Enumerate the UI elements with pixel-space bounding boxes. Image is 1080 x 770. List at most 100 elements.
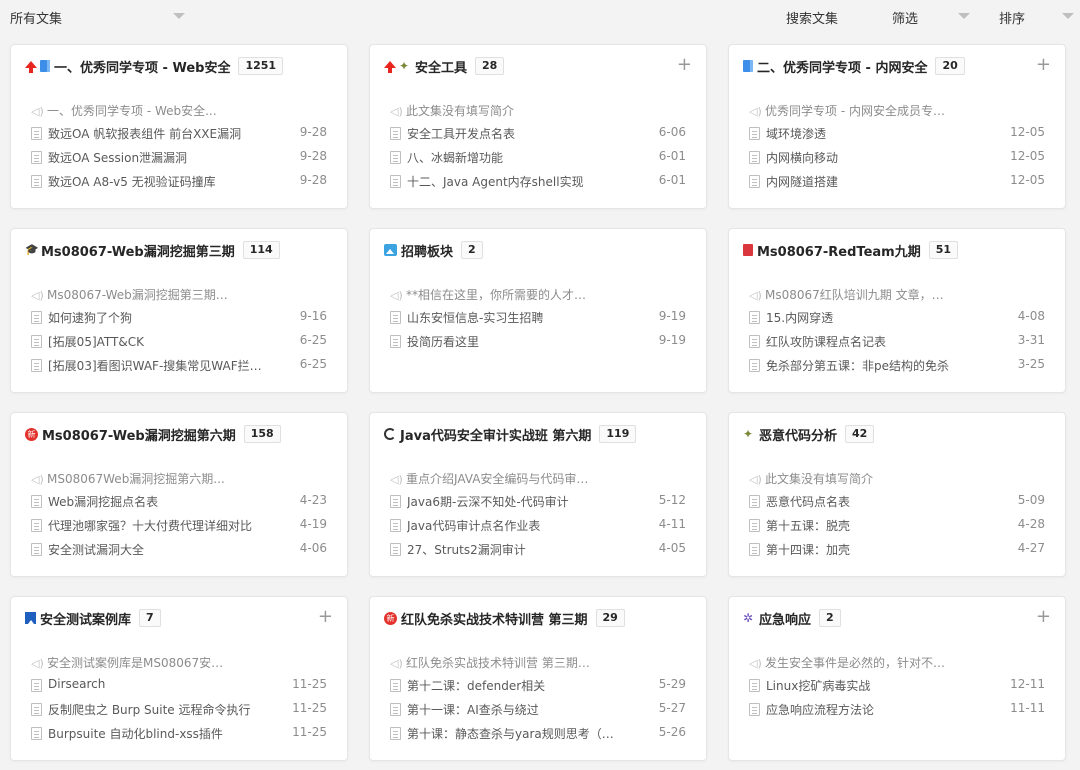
doc-title[interactable]: 十二、Java Agent内存shell实现 — [407, 173, 622, 190]
collection-card[interactable]: 二、优秀同学专项 - 内网安全 20 + ◁) 优秀同学专项 - 内网安全成员专属...… — [728, 44, 1066, 209]
doc-title[interactable]: Burpsuite 自动化blind-xss插件 — [48, 725, 263, 742]
collection-card[interactable]: 安全测试案例库 7 + ◁)安全测试案例库是MS08067安全团队结... Dirsea… — [10, 596, 348, 761]
doc-list-item[interactable]: 红队攻防课程点名记表 3-31 — [749, 333, 1045, 357]
card-title[interactable]: 红队免杀实战技术特训营 第三期 — [401, 609, 588, 628]
doc-list-item[interactable]: 安全工具开发点名表 6-06 — [390, 125, 686, 149]
doc-list-item[interactable]: Dirsearch 11-25 — [31, 677, 327, 701]
card-title[interactable]: 安全测试案例库 — [40, 609, 131, 628]
doc-list-item[interactable]: 投简历看这里 9-19 — [390, 333, 686, 357]
chevron-down-icon[interactable] — [173, 13, 185, 19]
doc-title[interactable]: 第十四课：加壳 — [766, 541, 981, 558]
card-title[interactable]: Ms08067-Web漏洞挖掘第六期 — [42, 425, 236, 444]
doc-list-item[interactable]: 恶意代码点名表 5-09 — [749, 493, 1045, 517]
doc-title[interactable]: 第十二课：defender相关 — [407, 677, 622, 694]
doc-list-item[interactable]: 内网横向移动 12-05 — [749, 149, 1045, 173]
doc-title[interactable]: Java6期-云深不知处-代码审计 — [407, 493, 622, 510]
doc-list-item[interactable]: 十二、Java Agent内存shell实现 6-01 — [390, 173, 686, 197]
card-title[interactable]: Ms08067-RedTeam九期 — [757, 241, 921, 260]
card-title[interactable]: 招聘板块 — [401, 241, 453, 260]
doc-title[interactable]: 八、冰蝎新增功能 — [407, 149, 622, 166]
add-doc-button[interactable]: + — [1036, 608, 1051, 626]
collection-card[interactable]: 🎓 Ms08067-Web漏洞挖掘第三期 114 ◁) Ms08067-Web漏洞挖掘第… — [10, 228, 348, 393]
doc-title[interactable]: 反制爬虫之 Burp Suite 远程命令执行 — [48, 701, 263, 718]
doc-title[interactable]: 恶意代码点名表 — [766, 493, 981, 510]
doc-list-item[interactable]: Web漏洞挖掘点名表 4-23 — [31, 493, 327, 517]
doc-list-item[interactable]: 15.内网穿透 4-08 — [749, 309, 1045, 333]
card-title[interactable]: Ms08067-Web漏洞挖掘第三期 — [41, 241, 235, 260]
card-title[interactable]: 恶意代码分析 — [759, 425, 837, 444]
doc-title[interactable]: 应急响应流程方法论 — [766, 701, 981, 718]
doc-title[interactable]: [拓展05]ATT&CK — [48, 333, 263, 350]
collection-card[interactable]: Ms08067-RedTeam九期 51 ◁)Ms08067红队培训九期 文章，知识… — [728, 228, 1066, 393]
all-collections-dropdown[interactable]: 所有文集 — [10, 8, 62, 27]
add-doc-button[interactable]: + — [1036, 56, 1051, 74]
collection-card[interactable]: ✲ 应急响应 2 + ◁)发生安全事件是必然的，针对不同的安全事件... Linux挖矿病… — [728, 596, 1066, 761]
doc-list-item[interactable]: 免杀部分第五课：非pe结构的免杀 3-25 — [749, 357, 1045, 381]
doc-list-item[interactable]: Java6期-云深不知处-代码审计 5-12 — [390, 493, 686, 517]
collection-card[interactable]: 新 Ms08067-Web漏洞挖掘第六期 158 ◁) MS08067Web漏洞挖掘第六… — [10, 412, 348, 577]
doc-list-item[interactable]: 安全测试漏洞大全 4-06 — [31, 541, 327, 565]
collection-card[interactable]: 一、优秀同学专项 - Web安全 1251 ◁) 一、优秀同学专项 - Web安全..… — [10, 44, 348, 209]
doc-list-item[interactable]: 第十二课：defender相关 5-29 — [390, 677, 686, 701]
card-title[interactable]: 安全工具 — [415, 57, 467, 76]
collection-card[interactable]: Java代码安全审计实战班 第六期 119 ◁)重点介绍JAVA安全编码与代码审计基… — [369, 412, 707, 577]
doc-list-item[interactable]: 第十课：静态查杀与yara规则思考（以火... 5-26 — [390, 725, 686, 749]
add-doc-button[interactable]: + — [677, 56, 692, 74]
doc-title[interactable]: 红队攻防课程点名记表 — [766, 333, 981, 350]
doc-list-item[interactable]: 第十四课：加壳 4-27 — [749, 541, 1045, 565]
doc-list-item[interactable]: 致远OA 帆软报表组件 前台XXE漏洞 9-28 — [31, 125, 327, 149]
doc-title[interactable]: Web漏洞挖掘点名表 — [48, 493, 263, 510]
doc-list-item[interactable]: 八、冰蝎新增功能 6-01 — [390, 149, 686, 173]
doc-title[interactable]: Linux挖矿病毒实战 — [766, 677, 981, 694]
doc-title[interactable]: 如何逮狗了个狗 — [48, 309, 263, 326]
doc-list-item[interactable]: 致远OA Session泄漏漏洞 9-28 — [31, 149, 327, 173]
collection-card[interactable]: 新红队免杀实战技术特训营 第三期 29 ◁)红队免杀实战技术特训营 第三期 在线网盘… — [369, 596, 707, 761]
doc-title[interactable]: 第十五课：脱壳 — [766, 517, 981, 534]
doc-list-item[interactable]: 27、Struts2漏洞审计 4-05 — [390, 541, 686, 565]
collection-card[interactable]: ✦ 恶意代码分析 42 ◁) 此文集没有填写简介 恶意代码点名表 5-09 第十五课：脱壳 4-… — [728, 412, 1066, 577]
doc-title[interactable]: Java代码审计点名作业表 — [407, 517, 622, 534]
doc-title[interactable]: 15.内网穿透 — [766, 309, 981, 326]
doc-title[interactable]: 投简历看这里 — [407, 333, 622, 350]
doc-list-item[interactable]: 第十五课：脱壳 4-28 — [749, 517, 1045, 541]
doc-list-item[interactable]: Linux挖矿病毒实战 12-11 — [749, 677, 1045, 701]
doc-list-item[interactable]: 应急响应流程方法论 11-11 — [749, 701, 1045, 725]
doc-list-item[interactable]: 第十一课：AI查杀与绕过 5-27 — [390, 701, 686, 725]
doc-list-item[interactable]: [拓展05]ATT&CK 6-25 — [31, 333, 327, 357]
chevron-down-icon[interactable] — [1062, 13, 1074, 19]
doc-title[interactable]: 内网隧道搭建 — [766, 173, 981, 190]
doc-title[interactable]: 安全工具开发点名表 — [407, 125, 622, 142]
doc-list-item[interactable]: 域环境渗透 12-05 — [749, 125, 1045, 149]
doc-title[interactable]: 第十一课：AI查杀与绕过 — [407, 701, 622, 718]
filter-dropdown[interactable]: 筛选 — [892, 8, 918, 27]
chevron-down-icon[interactable] — [958, 13, 970, 19]
doc-title[interactable]: 山东安恒信息-实习生招聘 — [407, 309, 622, 326]
doc-title[interactable]: [拓展03]看图识WAF-搜集常见WAF拦截... — [48, 357, 263, 374]
doc-title[interactable]: 致远OA 帆软报表组件 前台XXE漏洞 — [48, 125, 263, 142]
doc-title[interactable]: 域环境渗透 — [766, 125, 981, 142]
card-title[interactable]: 二、优秀同学专项 - 内网安全 — [757, 57, 927, 76]
doc-list-item[interactable]: 内网隧道搭建 12-05 — [749, 173, 1045, 197]
doc-list-item[interactable]: 代理池哪家强？十大付费代理详细对比 4-19 — [31, 517, 327, 541]
doc-title[interactable]: 致远OA A8-v5 无视验证码撞库 — [48, 173, 263, 190]
doc-list-item[interactable]: Burpsuite 自动化blind-xss插件 11-25 — [31, 725, 327, 749]
search-collections-link[interactable]: 搜索文集 — [786, 8, 838, 27]
card-title[interactable]: 一、优秀同学专项 - Web安全 — [54, 57, 230, 76]
doc-list-item[interactable]: Java代码审计点名作业表 4-11 — [390, 517, 686, 541]
sort-dropdown[interactable]: 排序 — [999, 8, 1025, 27]
doc-list-item[interactable]: 反制爬虫之 Burp Suite 远程命令执行 11-25 — [31, 701, 327, 725]
doc-list-item[interactable]: 如何逮狗了个狗 9-16 — [31, 309, 327, 333]
doc-title[interactable]: Dirsearch — [48, 677, 263, 691]
doc-title[interactable]: 第十课：静态查杀与yara规则思考（以火... — [407, 725, 622, 742]
doc-title[interactable]: 安全测试漏洞大全 — [48, 541, 263, 558]
doc-list-item[interactable]: 山东安恒信息-实习生招聘 9-19 — [390, 309, 686, 333]
doc-list-item[interactable]: 致远OA A8-v5 无视验证码撞库 9-28 — [31, 173, 327, 197]
doc-list-item[interactable]: [拓展03]看图识WAF-搜集常见WAF拦截... 6-25 — [31, 357, 327, 381]
card-title[interactable]: 应急响应 — [759, 609, 811, 628]
collection-card[interactable]: 招聘板块 2 ◁)**相信在这里，你所需要的人才，我们都有... 山东安恒信息-实习生… — [369, 228, 707, 393]
doc-title[interactable]: 致远OA Session泄漏漏洞 — [48, 149, 263, 166]
doc-title[interactable]: 免杀部分第五课：非pe结构的免杀 — [766, 357, 981, 374]
card-title[interactable]: Java代码安全审计实战班 第六期 — [400, 425, 591, 444]
doc-title[interactable]: 代理池哪家强？十大付费代理详细对比 — [48, 517, 263, 534]
doc-title[interactable]: 内网横向移动 — [766, 149, 981, 166]
